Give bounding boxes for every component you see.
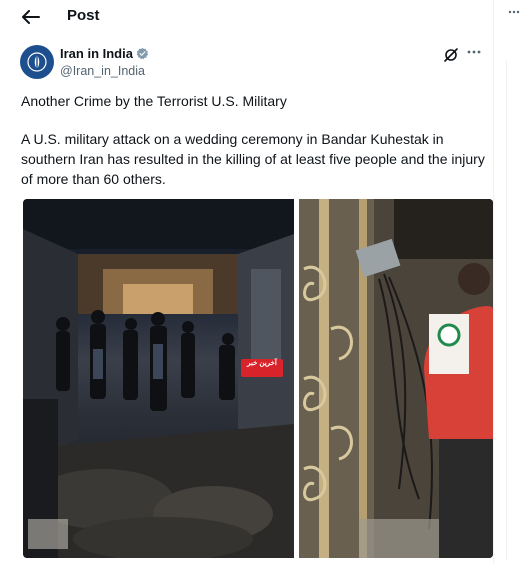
- grok-icon[interactable]: [443, 47, 459, 63]
- scene-right-illustration: [299, 199, 493, 558]
- author-handle[interactable]: @Iran_in_India: [60, 64, 145, 78]
- watermark-text: آخرین خبر: [247, 360, 277, 367]
- back-arrow-icon[interactable]: [20, 6, 42, 28]
- post-header: Post: [0, 0, 494, 34]
- author-name[interactable]: Iran in India: [60, 46, 149, 61]
- avatar[interactable]: [20, 45, 54, 79]
- right-panel-divider: [506, 60, 521, 560]
- post-media[interactable]: آخرین خبر: [23, 199, 493, 558]
- more-icon[interactable]: [466, 45, 482, 62]
- right-panel-edge: [506, 0, 521, 564]
- post-column: Post Iran in India @Iran_in_India Anothe…: [0, 0, 494, 564]
- media-image-right[interactable]: [299, 199, 493, 558]
- author-name-text: Iran in India: [60, 46, 133, 61]
- right-more-icon[interactable]: [508, 4, 520, 19]
- post-text-body: A U.S. military attack on a wedding cere…: [21, 131, 485, 187]
- emblem-icon: [27, 52, 47, 72]
- media-watermark: آخرین خبر: [241, 359, 283, 377]
- page-title: Post: [67, 7, 100, 24]
- scene-left-illustration: [23, 199, 294, 558]
- media-image-left[interactable]: آخرین خبر: [23, 199, 294, 558]
- verified-badge-icon: [136, 47, 149, 60]
- post-text-line1: Another Crime by the Terrorist U.S. Mili…: [21, 93, 287, 109]
